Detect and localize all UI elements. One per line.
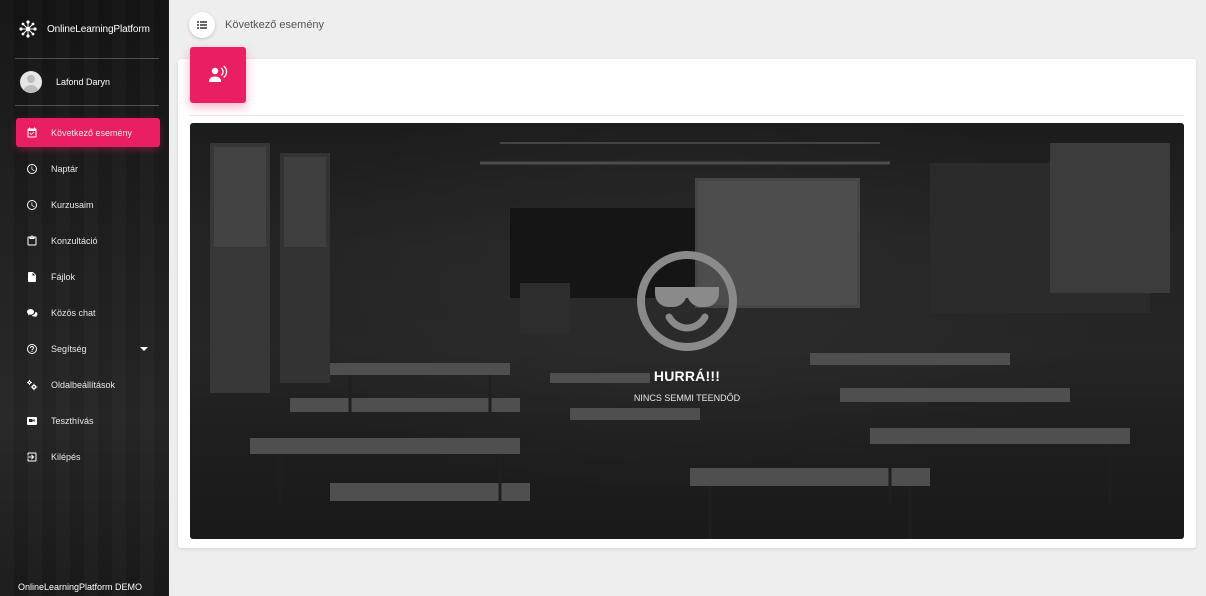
page-title: Következő esemény	[225, 19, 325, 31]
sidebar-nav: Következő esemény Naptár Kurzusaim Konzu…	[0, 118, 169, 471]
sidebar-item-label: Oldalbeállítások	[51, 379, 116, 390]
settings-icon	[27, 379, 38, 390]
user-profile[interactable]: Lafond Daryn	[0, 59, 169, 105]
event-card: HURRÁ!!! NINCS SEMMI TEENDŐD	[178, 47, 1196, 548]
card-divider	[190, 115, 1184, 116]
hero-banner: HURRÁ!!! NINCS SEMMI TEENDŐD	[190, 123, 1184, 539]
video-icon	[27, 416, 37, 425]
clock-icon	[27, 199, 37, 210]
sidebar-item-segitseg[interactable]: Segítség	[16, 334, 160, 363]
help-icon	[27, 343, 37, 354]
user-name: Lafond Daryn	[56, 77, 111, 87]
sidebar-divider	[15, 105, 159, 106]
sidebar-item-label: Kurzusaim	[51, 199, 94, 210]
brand-logo-icon	[19, 20, 37, 38]
calendar-check-icon	[27, 127, 37, 137]
lecture-icon	[209, 65, 228, 82]
sidebar-item-label: Konzultáció	[51, 235, 98, 246]
brand-name: OnlineLearningPlatform	[47, 23, 150, 35]
sidebar-item-label: Kilépés	[51, 451, 81, 462]
top-bar: Következő esemény	[189, 12, 324, 38]
clipboard-icon	[27, 235, 37, 245]
sidebar-item-label: Teszthívás	[51, 415, 94, 426]
sidebar-item-konzultacio[interactable]: Konzultáció	[16, 226, 160, 255]
sidebar-item-label: Közös chat	[51, 307, 96, 318]
avatar	[20, 71, 42, 93]
hero-subtitle: NINCS SEMMI TEENDŐD	[633, 393, 741, 403]
sunglasses-smiley-icon	[637, 251, 737, 351]
sidebar-footer: OnlineLearningPlatform DEMO	[18, 582, 143, 592]
brand[interactable]: OnlineLearningPlatform	[0, 0, 154, 58]
sidebar-item-label: Fájlok	[51, 271, 76, 282]
sidebar-item-kilepes[interactable]: Kilépés	[16, 442, 160, 471]
chevron-down-icon[interactable]	[140, 346, 148, 351]
sidebar-item-teszthivas[interactable]: Teszthívás	[16, 406, 160, 435]
sidebar: OnlineLearningPlatform Lafond Daryn Köve…	[0, 0, 169, 596]
sidebar-item-label: Segítség	[51, 343, 87, 354]
sidebar-item-label: Naptár	[51, 163, 79, 174]
clock-icon	[27, 163, 37, 174]
sidebar-item-oldalbeallitasok[interactable]: Oldalbeállítások	[16, 370, 160, 399]
sidebar-item-kurzusaim[interactable]: Kurzusaim	[16, 190, 160, 219]
hero-content: HURRÁ!!! NINCS SEMMI TEENDŐD	[190, 249, 1184, 403]
sidebar-item-kozos-chat[interactable]: Közös chat	[16, 298, 160, 327]
menu-toggle-button[interactable]	[189, 12, 215, 38]
hero-title: HURRÁ!!!	[653, 368, 721, 384]
chat-icon	[27, 308, 38, 317]
card-header-icon	[190, 47, 246, 103]
view-list-icon	[197, 21, 207, 29]
sidebar-item-kovetkezo-esemeny[interactable]: Következő esemény	[16, 118, 160, 147]
file-icon	[28, 271, 36, 282]
sidebar-item-fajlok[interactable]: Fájlok	[16, 262, 160, 291]
sidebar-item-label: Következő esemény	[51, 127, 133, 138]
logout-icon	[27, 452, 37, 461]
sidebar-item-naptar[interactable]: Naptár	[16, 154, 160, 183]
